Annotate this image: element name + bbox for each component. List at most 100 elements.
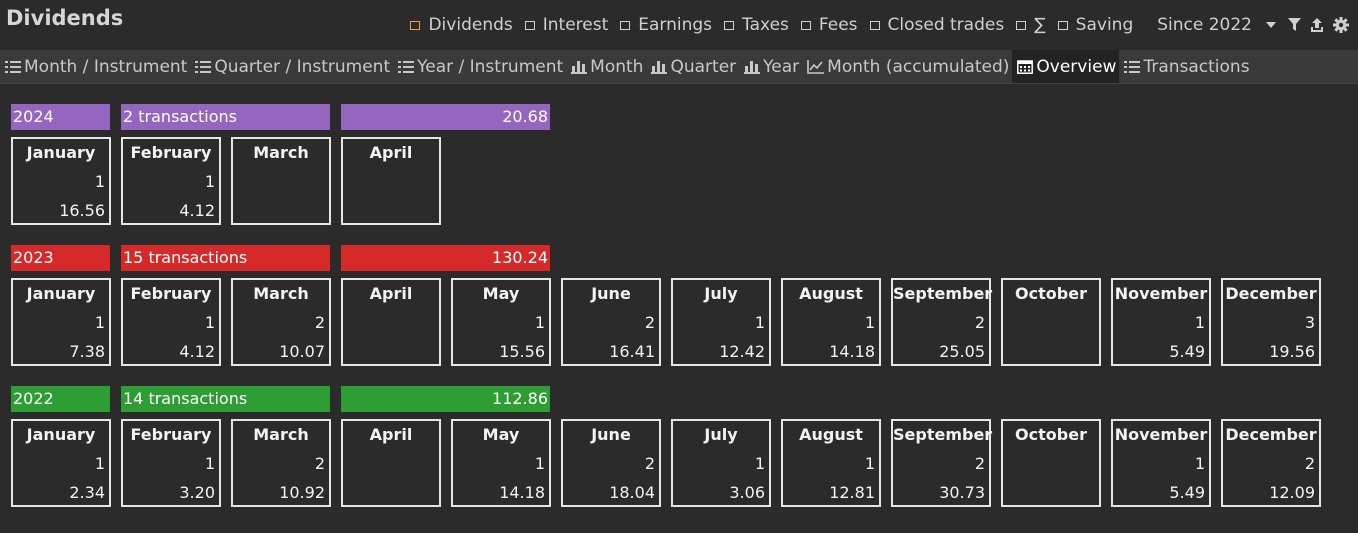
month-cell-april[interactable]: April xyxy=(341,419,441,507)
month-count: 1 xyxy=(534,454,545,473)
tab-transactions[interactable]: Transactions xyxy=(1119,50,1252,83)
month-cell-november[interactable]: November 1 5.49 xyxy=(1111,278,1211,366)
list-icon xyxy=(195,60,212,73)
month-cell-september[interactable]: September 2 25.05 xyxy=(891,278,992,366)
tab-month-instrument[interactable]: Month / Instrument xyxy=(0,50,190,83)
month-cell-march[interactable]: March 2 10.07 xyxy=(231,278,331,366)
checkbox-icon[interactable] xyxy=(410,20,421,30)
month-cell-june[interactable]: June 2 18.04 xyxy=(561,419,661,507)
month-name: October xyxy=(1015,284,1087,303)
tab-quarter-instrument[interactable]: Quarter / Instrument xyxy=(190,50,393,83)
since-selector[interactable]: Since 2022 xyxy=(1157,15,1252,35)
filter-dividends[interactable]: Dividends xyxy=(410,15,513,35)
month-cell-july[interactable]: July 1 12.42 xyxy=(671,278,771,366)
month-name: June xyxy=(591,425,631,444)
month-cell-december[interactable]: December 2 12.09 xyxy=(1221,419,1321,507)
month-cell-may[interactable]: May 1 14.18 xyxy=(451,419,551,507)
month-cell-december[interactable]: December 3 19.56 xyxy=(1221,278,1321,366)
month-cell-may[interactable]: May 1 15.56 xyxy=(451,278,551,366)
month-cell-february[interactable]: February 1 3.20 xyxy=(121,419,221,507)
month-cell-august[interactable]: August 1 12.81 xyxy=(781,419,881,507)
filter-label: Interest xyxy=(542,15,609,35)
filter-saving[interactable]: Saving xyxy=(1057,15,1133,35)
month-cell-august[interactable]: August 1 14.18 xyxy=(781,278,881,366)
month-value: 10.92 xyxy=(279,483,325,502)
month-count: 2 xyxy=(644,313,655,332)
month-cell-january[interactable]: January 1 16.56 xyxy=(11,137,111,225)
gear-icon[interactable] xyxy=(1333,17,1349,33)
list-icon xyxy=(398,60,415,73)
year-label: 2023 xyxy=(11,245,110,271)
chevron-down-icon[interactable] xyxy=(1266,22,1276,28)
month-value: 15.56 xyxy=(499,342,545,361)
tab-month-accumulated[interactable]: Month (accumulated) xyxy=(802,50,1012,83)
month-value: 2.34 xyxy=(69,483,105,502)
month-cell-october[interactable]: October xyxy=(1001,278,1101,366)
tab-year[interactable]: Year xyxy=(739,50,802,83)
month-cell-march[interactable]: March xyxy=(231,137,331,225)
checkbox-icon[interactable] xyxy=(524,20,535,30)
month-count: 2 xyxy=(314,454,325,473)
month-name: January xyxy=(26,143,96,162)
tab-label: Overview xyxy=(1036,56,1117,77)
tab-year-instrument[interactable]: Year / Instrument xyxy=(393,50,566,83)
month-name: March xyxy=(253,284,309,303)
month-name: April xyxy=(369,284,413,303)
month-cell-february[interactable]: February 1 4.12 xyxy=(121,278,221,366)
month-value: 12.81 xyxy=(829,483,875,502)
month-count: 2 xyxy=(974,454,985,473)
tab-label: Year / Instrument xyxy=(417,56,564,77)
checkbox-icon[interactable] xyxy=(1016,20,1027,30)
filter-bar: Dividends Interest Earnings Taxes Fees C… xyxy=(398,12,1358,38)
checkbox-icon[interactable] xyxy=(1057,20,1068,30)
tab-overview[interactable]: Overview xyxy=(1012,50,1120,83)
month-cell-march[interactable]: March 2 10.92 xyxy=(231,419,331,507)
month-cell-june[interactable]: June 2 16.41 xyxy=(561,278,661,366)
checkbox-icon[interactable] xyxy=(800,20,811,30)
month-name: November xyxy=(1114,284,1208,303)
bar-chart-icon xyxy=(744,60,761,74)
month-value: 18.04 xyxy=(609,483,655,502)
page-title: Dividends xyxy=(6,6,124,30)
month-value: 5.49 xyxy=(1169,342,1205,361)
tab-month[interactable]: Month xyxy=(566,50,646,83)
checkbox-icon[interactable] xyxy=(620,20,631,30)
filter-closed-trades[interactable]: Closed trades xyxy=(869,15,1004,35)
filter-earnings[interactable]: Earnings xyxy=(620,15,712,35)
month-count: 1 xyxy=(94,313,105,332)
list-icon xyxy=(1124,60,1141,73)
filter-label: Taxes xyxy=(742,15,789,35)
checkbox-icon[interactable] xyxy=(724,20,735,30)
month-cell-january[interactable]: January 1 7.38 xyxy=(11,278,111,366)
transactions-count: 15 transactions xyxy=(121,245,330,271)
filter-icon[interactable] xyxy=(1288,18,1301,32)
filter-taxes[interactable]: Taxes xyxy=(724,15,789,35)
month-cell-april[interactable]: April xyxy=(341,278,441,366)
month-value: 12.09 xyxy=(1269,483,1315,502)
filter-fees[interactable]: Fees xyxy=(800,15,858,35)
month-cell-january[interactable]: January 1 2.34 xyxy=(11,419,111,507)
checkbox-icon[interactable] xyxy=(869,20,880,30)
month-name: October xyxy=(1015,425,1087,444)
transactions-count: 2 transactions xyxy=(121,104,330,130)
month-cell-september[interactable]: September 2 30.73 xyxy=(891,419,992,507)
year-total: 112.86 xyxy=(341,386,550,412)
month-cell-october[interactable]: October xyxy=(1001,419,1101,507)
filter-sum[interactable]: ∑ xyxy=(1016,15,1046,35)
filter-interest[interactable]: Interest xyxy=(524,15,609,35)
month-cell-november[interactable]: November 1 5.49 xyxy=(1111,419,1211,507)
export-icon[interactable] xyxy=(1310,17,1324,33)
month-count: 1 xyxy=(94,454,105,473)
month-count: 2 xyxy=(314,313,325,332)
month-name: February xyxy=(130,284,212,303)
month-name: December xyxy=(1225,425,1317,444)
tab-quarter[interactable]: Quarter xyxy=(646,50,739,83)
line-chart-icon xyxy=(807,59,825,74)
month-cell-february[interactable]: February 1 4.12 xyxy=(121,137,221,225)
month-count: 2 xyxy=(974,313,985,332)
month-value: 14.18 xyxy=(829,342,875,361)
month-name: March xyxy=(253,143,309,162)
month-cell-april[interactable]: April xyxy=(341,137,441,225)
month-name: August xyxy=(799,425,863,444)
month-cell-july[interactable]: July 1 3.06 xyxy=(671,419,771,507)
